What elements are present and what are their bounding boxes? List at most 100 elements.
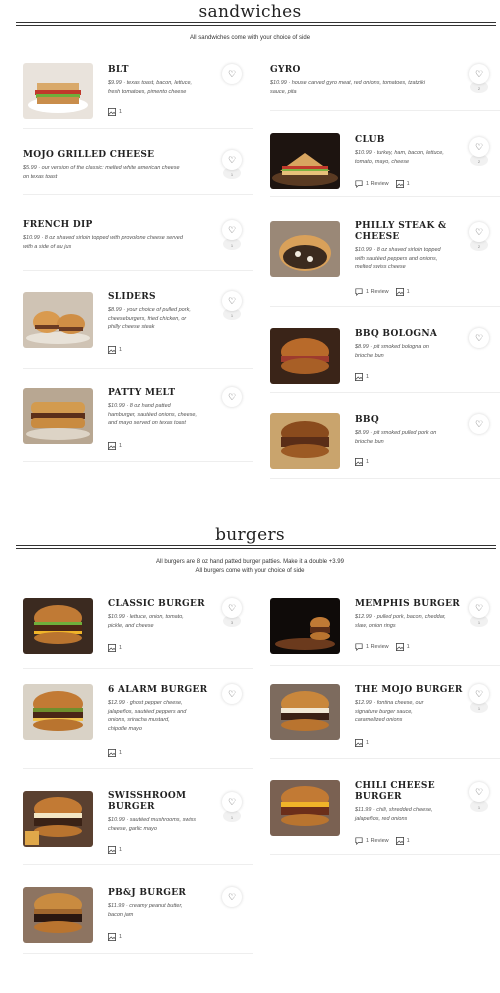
menu-item-blt[interactable]: BLT $9.99 · texas toast, bacon, lettuce,… (23, 63, 253, 129)
bbq-photo[interactable] (270, 413, 340, 469)
menu-item-swisshroom-burger[interactable]: SWISSHROOM BURGER $10.99 · sautéed mushr… (23, 789, 253, 865)
classic-burger-photo-count[interactable]: 1 (108, 644, 122, 652)
chili-cheese-burger-photo[interactable] (270, 780, 340, 836)
swisshroom-burger-name: SWISSHROOM BURGER (108, 791, 187, 812)
patty-melt-photo[interactable] (23, 388, 93, 444)
philly-steak-cheese-meta[interactable]: 1 Review 1 (355, 288, 410, 297)
menu-item-pbj-burger[interactable]: PB&J BURGER $11.99 · creamy peanut butte… (23, 886, 253, 954)
heart-icon: ♡ (474, 786, 484, 797)
bbq-photo-count[interactable]: 1 (355, 458, 369, 466)
gyro-name: GYRO (270, 65, 301, 75)
club-meta[interactable]: 1 Review 1 (355, 180, 410, 189)
bbq-bologna-photo[interactable] (270, 328, 340, 384)
classic-burger-photo[interactable] (23, 598, 93, 654)
sandwiches-note: All sandwiches come with your choice of … (189, 35, 311, 41)
heart-icon: ♡ (474, 68, 484, 79)
bbq-bologna-photo-count[interactable]: 1 (355, 373, 369, 381)
sliders-photo[interactable] (23, 292, 93, 348)
heart-icon: ♡ (227, 891, 237, 902)
menu-item-gyro[interactable]: GYRO $10.99 · house carved gyro meat, re… (270, 63, 500, 111)
sliders-favorite-button[interactable]: ♡ (222, 291, 242, 311)
philly-steak-cheese-favorite-button[interactable]: ♡ (469, 222, 489, 242)
heart-icon: ♡ (227, 391, 237, 402)
swisshroom-burger-photo[interactable] (23, 791, 93, 847)
club-name: CLUB (355, 135, 385, 145)
blt-favorite-button[interactable]: ♡ (222, 64, 242, 84)
sandwiches-heading: sandwiches (198, 2, 302, 22)
patty-melt-photo-count[interactable]: 1 (108, 442, 122, 450)
club-review-count[interactable]: 1 Review (366, 181, 389, 187)
6-alarm-burger-photo-count[interactable]: 1 (108, 749, 122, 757)
blt-photo-count[interactable]: 1 (108, 108, 122, 116)
blt-desc: $9.99 · texas toast, bacon, lettuce, fres… (108, 80, 193, 95)
menu-item-chili-cheese-burger[interactable]: CHILI CHEESE BURGER $11.99 · chili, shre… (270, 779, 500, 855)
chili-cheese-burger-meta[interactable]: 1 Review 1 (355, 837, 410, 846)
memphis-burger-review-count[interactable]: 1 Review (366, 644, 389, 650)
menu-item-6-alarm-burger[interactable]: 6 ALARM BURGER $12.99 · ghost pepper che… (23, 683, 253, 769)
chili-cheese-burger-favorite-button[interactable]: ♡ (469, 782, 489, 802)
image-icon (108, 442, 116, 450)
heart-icon: ♡ (227, 688, 237, 699)
heart-icon: ♡ (474, 688, 484, 699)
sandwiches-divider (16, 22, 496, 26)
pbj-burger-photo-count[interactable]: 1 (108, 933, 122, 941)
french-dip-favorite-button[interactable]: ♡ (222, 220, 242, 240)
chat-bubble-icon (355, 837, 363, 846)
mojo-grilled-cheese-name: MOJO GRILLED CHEESE (23, 150, 155, 160)
menu-item-classic-burger[interactable]: CLASSIC BURGER $10.99 · lettuce, onion, … (23, 597, 253, 669)
menu-item-club[interactable]: CLUB $10.99 · turkey, ham, bacon, lettuc… (270, 133, 500, 197)
club-photo[interactable] (270, 133, 340, 189)
menu-item-bbq-bologna[interactable]: BBQ BOLOGNA $8.99 · pit smoked bologna o… (270, 327, 500, 393)
burgers-note: All burgers are 8 oz hand patted burger … (156, 559, 344, 574)
the-mojo-burger-photo-count[interactable]: 1 (355, 739, 369, 747)
philly-steak-cheese-photo[interactable] (270, 221, 340, 277)
menu-item-memphis-burger[interactable]: MEMPHIS BURGER $12.99 · pulled pork, bac… (270, 597, 500, 666)
chat-bubble-icon (355, 180, 363, 189)
the-mojo-burger-favorite-button[interactable]: ♡ (469, 684, 489, 704)
philly-steak-cheese-name: PHILLY STEAK & CHEESE (355, 221, 447, 242)
gyro-favorite-button[interactable]: ♡ (469, 64, 489, 84)
heart-icon: ♡ (474, 602, 484, 613)
sliders-name: SLIDERS (108, 292, 156, 302)
sliders-photo-count[interactable]: 1 (108, 346, 122, 354)
burgers-heading: burgers (215, 525, 285, 545)
philly-steak-cheese-review-count[interactable]: 1 Review (366, 289, 389, 295)
image-icon (395, 837, 404, 845)
menu-item-patty-melt[interactable]: PATTY MELT $10.99 · 8 oz hand patted hamb… (23, 386, 253, 462)
memphis-burger-photo[interactable] (270, 598, 340, 654)
6-alarm-burger-name: 6 ALARM BURGER (108, 685, 208, 695)
menu-item-mojo-grilled-cheese[interactable]: MOJO GRILLED CHEESE $5.99 · our version … (23, 145, 253, 195)
memphis-burger-meta[interactable]: 1 Review 1 (355, 643, 410, 652)
image-icon (108, 749, 116, 757)
swisshroom-burger-favorite-button[interactable]: ♡ (222, 792, 242, 812)
classic-burger-name: CLASSIC BURGER (108, 599, 205, 609)
6-alarm-burger-favorite-button[interactable]: ♡ (222, 684, 242, 704)
swisshroom-burger-desc: $10.99 · sautéed mushrooms, swiss cheese,… (108, 817, 197, 832)
classic-burger-desc: $10.99 · lettuce, onion, tomato, pickle, … (108, 614, 184, 629)
heart-icon: ♡ (227, 602, 237, 613)
swisshroom-burger-photo-count[interactable]: 1 (108, 846, 122, 854)
blt-photo[interactable] (23, 63, 93, 119)
bbq-bologna-desc: $8.99 · pit smoked bologna on brioche bun (355, 344, 429, 359)
menu-item-french-dip[interactable]: FRENCH DIP $10.99 · 8 oz shaved sirloin … (23, 215, 253, 271)
chili-cheese-burger-review-count[interactable]: 1 Review (366, 838, 389, 844)
classic-burger-favorite-button[interactable]: ♡ (222, 598, 242, 618)
patty-melt-favorite-button[interactable]: ♡ (222, 387, 242, 407)
menu-item-the-mojo-burger[interactable]: THE MOJO BURGER $12.99 · fontina cheese,… (270, 683, 500, 759)
6-alarm-burger-desc: $12.99 · ghost pepper cheese, jalapeños, … (108, 700, 187, 732)
heart-icon: ♡ (227, 154, 237, 165)
mojo-grilled-cheese-favorite-button[interactable]: ♡ (222, 150, 242, 170)
menu-item-philly-steak-cheese[interactable]: PHILLY STEAK & CHEESE $10.99 · 8 oz shav… (270, 219, 500, 307)
menu-item-sliders[interactable]: SLIDERS $8.99 · your choice of pulled po… (23, 290, 253, 369)
bbq-favorite-button[interactable]: ♡ (469, 414, 489, 434)
club-favorite-button[interactable]: ♡ (469, 137, 489, 157)
blt-name: BLT (108, 65, 129, 75)
the-mojo-burger-photo[interactable] (270, 684, 340, 740)
menu-item-bbq[interactable]: BBQ $8.99 · pit smoked pulled pork on bri… (270, 413, 500, 479)
bbq-bologna-favorite-button[interactable]: ♡ (469, 328, 489, 348)
memphis-burger-favorite-button[interactable]: ♡ (469, 598, 489, 618)
heart-icon: ♡ (474, 141, 484, 152)
6-alarm-burger-photo[interactable] (23, 684, 93, 740)
pbj-burger-photo[interactable] (23, 887, 93, 943)
pbj-burger-favorite-button[interactable]: ♡ (222, 887, 242, 907)
